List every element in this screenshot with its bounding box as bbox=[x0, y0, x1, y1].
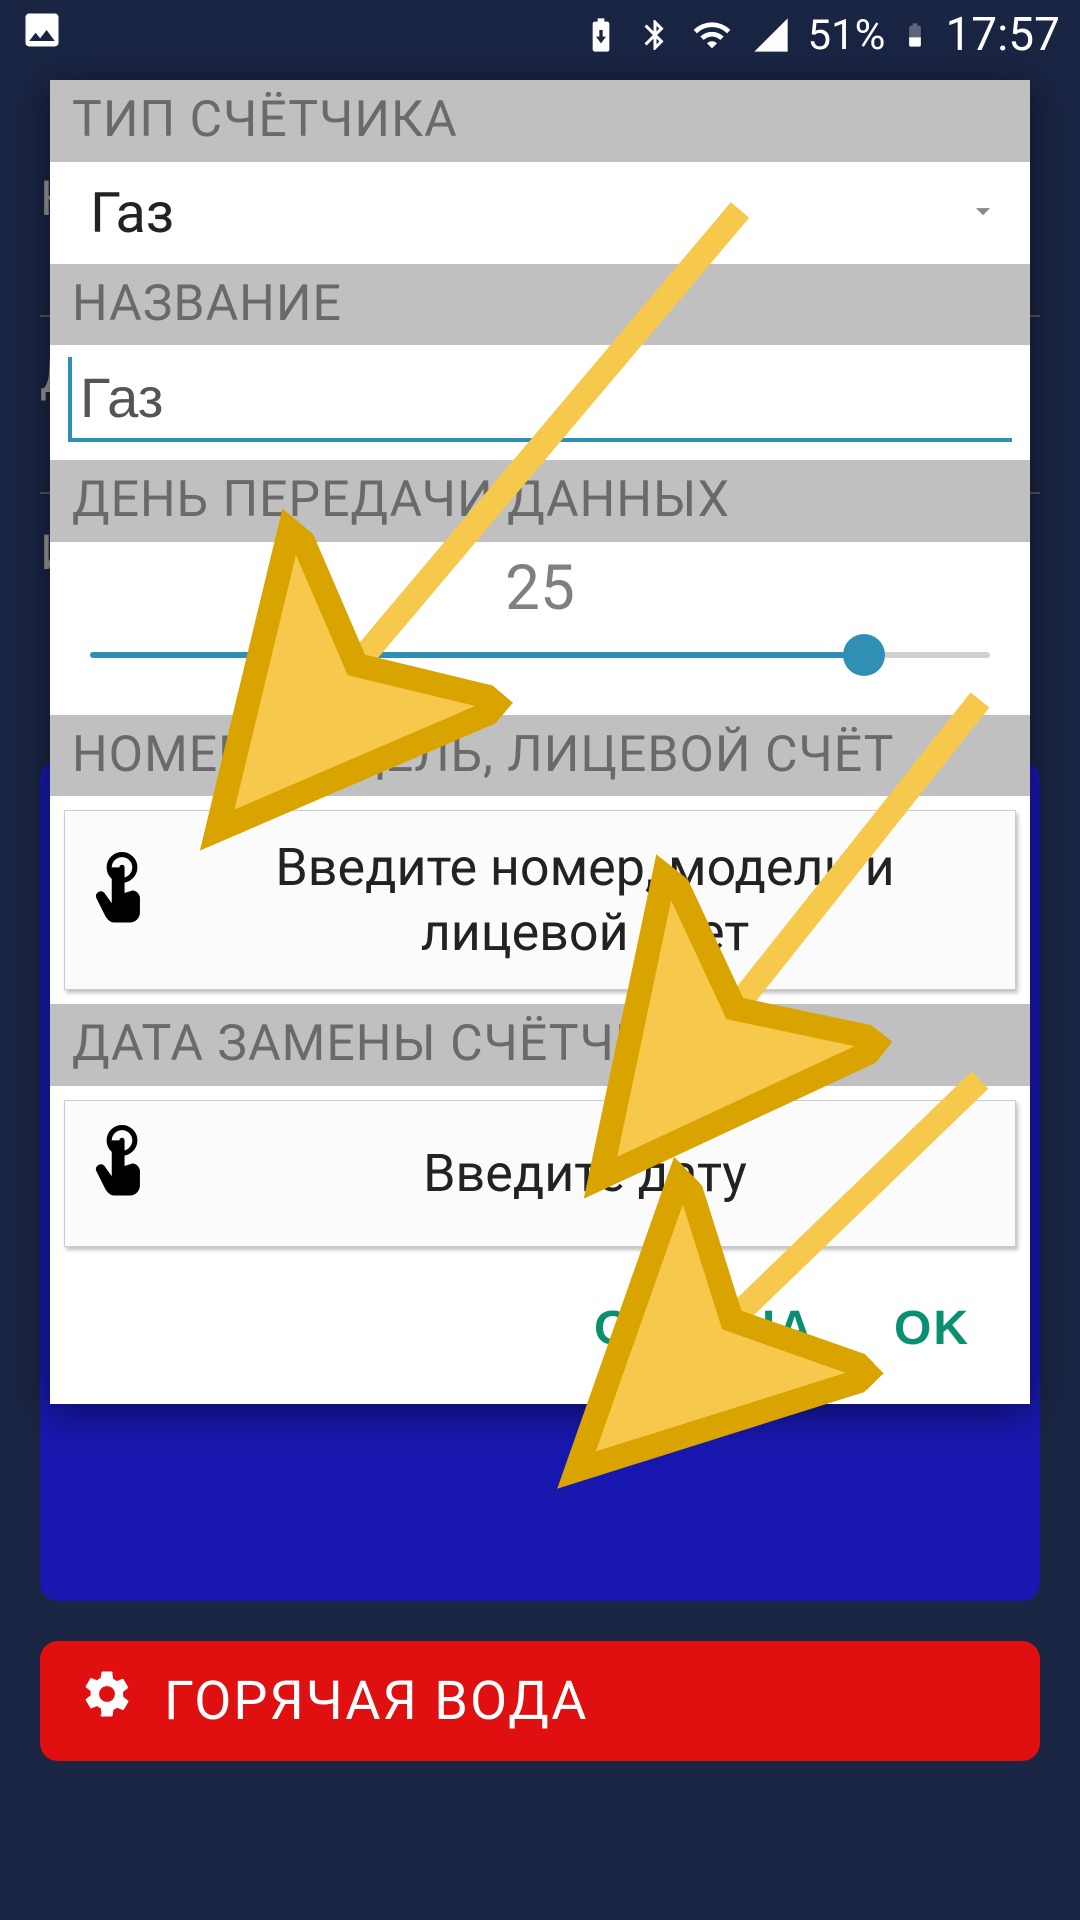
battery-icon bbox=[901, 14, 929, 56]
section-header-numbers: НОМЕР, МОДЕЛЬ, ЛИЦЕВОЙ СЧЁТ bbox=[50, 715, 1030, 797]
bg-card-title: ГОРЯЧАЯ ВОДА bbox=[164, 1670, 589, 1733]
enter-numbers-button[interactable]: Введите номер, модель и лицевой счет bbox=[64, 810, 1016, 990]
image-icon bbox=[20, 8, 64, 63]
battery-percent: 51% bbox=[807, 11, 885, 60]
tap-icon bbox=[91, 852, 153, 949]
recycle-icon bbox=[581, 15, 621, 55]
dialog-footer: ОТМЕНА OK bbox=[50, 1261, 1030, 1404]
meter-dialog: ТИП СЧЁТЧИКА Газ НАЗВАНИЕ ДЕНЬ ПЕРЕДАЧИ … bbox=[50, 80, 1030, 1404]
wifi-icon bbox=[689, 15, 735, 55]
meter-name-input[interactable] bbox=[68, 357, 1012, 442]
bluetooth-icon bbox=[637, 15, 673, 55]
enter-date-button[interactable]: Введите дату bbox=[64, 1100, 1016, 1247]
slider-thumb[interactable] bbox=[843, 634, 885, 676]
day-value: 25 bbox=[90, 550, 990, 635]
settings-icon bbox=[80, 1667, 134, 1735]
section-header-day: ДЕНЬ ПЕРЕДАЧИ ДАННЫХ bbox=[50, 460, 1030, 542]
section-header-type: ТИП СЧЁТЧИКА bbox=[50, 80, 1030, 162]
section-header-name: НАЗВАНИЕ bbox=[50, 264, 1030, 346]
signal-icon bbox=[751, 15, 791, 55]
status-bar: 51% 17:57 bbox=[0, 0, 1080, 70]
meter-type-dropdown[interactable]: Газ bbox=[50, 162, 1030, 264]
bg-card-hot-water: ГОРЯЧАЯ ВОДА bbox=[40, 1641, 1040, 1761]
tap-icon bbox=[91, 1125, 153, 1222]
enter-date-label: Введите дату bbox=[181, 1141, 989, 1206]
enter-numbers-label: Введите номер, модель и лицевой счет bbox=[181, 835, 989, 965]
section-header-date: ДАТА ЗАМЕНЫ СЧЁТЧИКА bbox=[50, 1004, 1030, 1086]
chevron-down-icon bbox=[966, 194, 1000, 232]
meter-type-value: Газ bbox=[90, 180, 174, 246]
cancel-button[interactable]: ОТМЕНА bbox=[594, 1301, 814, 1356]
day-slider[interactable] bbox=[90, 635, 990, 675]
ok-button[interactable]: OK bbox=[894, 1301, 970, 1356]
clock-text: 17:57 bbox=[945, 8, 1060, 62]
